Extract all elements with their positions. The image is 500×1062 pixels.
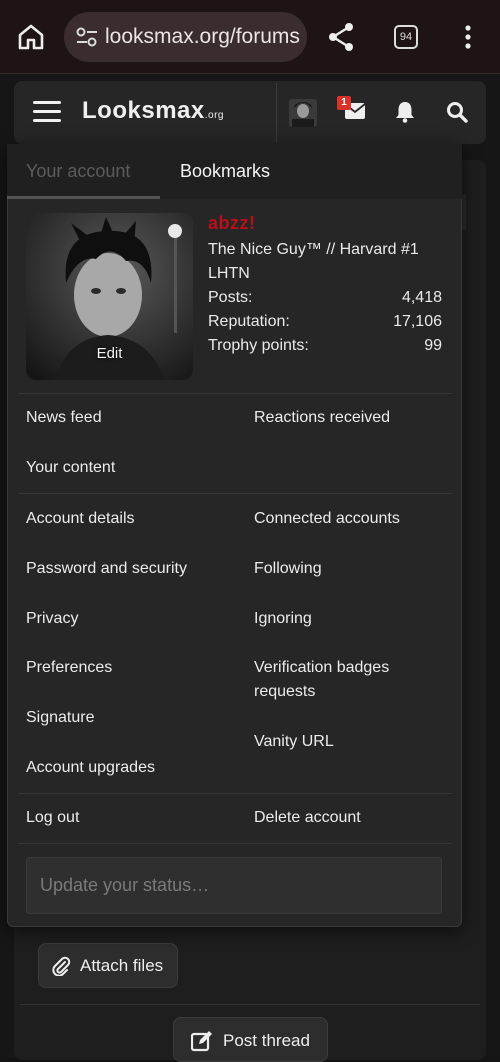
more-menu-icon[interactable] <box>458 24 478 50</box>
menu-divider <box>18 793 452 794</box>
menu-divider <box>18 393 452 394</box>
menu-log-out[interactable]: Log out <box>26 806 79 830</box>
stat-label: Reputation: <box>208 313 290 330</box>
avatar[interactable] <box>289 99 317 127</box>
attach-files-label: Attach files <box>80 956 164 975</box>
address-bar[interactable]: looksmax.org/forums <box>64 12 307 62</box>
hamburger-menu-icon[interactable] <box>33 101 61 123</box>
bell-icon[interactable] <box>395 101 415 123</box>
stat-value: 4,418 <box>401 289 442 306</box>
menu-divider <box>18 843 452 844</box>
paperclip-icon <box>52 956 71 976</box>
stat-reputation: Reputation: 17,106 <box>208 313 442 335</box>
stat-posts: Posts: 4,418 <box>208 289 442 311</box>
menu-account-upgrades[interactable]: Account upgrades <box>26 756 155 780</box>
menu-your-content[interactable]: Your content <box>26 456 115 480</box>
header-divider <box>276 83 277 143</box>
menu-verification-badges[interactable]: Verification badges requests <box>254 656 444 704</box>
menu-news-feed[interactable]: News feed <box>26 406 102 430</box>
menu-password-security[interactable]: Password and security <box>26 557 187 581</box>
status-input[interactable] <box>26 857 442 914</box>
tab-bookmarks[interactable]: Bookmarks <box>180 161 270 182</box>
tab-count: 94 <box>399 31 413 43</box>
profile-avatar[interactable]: Edit <box>26 213 193 380</box>
menu-divider <box>18 493 452 494</box>
menu-following[interactable]: Following <box>254 557 444 581</box>
stat-label: Posts: <box>208 289 253 306</box>
tab-your-account[interactable]: Your account <box>26 161 130 182</box>
edit-avatar-label[interactable]: Edit <box>26 345 193 362</box>
stat-label: Trophy points: <box>208 337 309 354</box>
post-thread-label: Post thread <box>223 1031 310 1050</box>
edit-icon <box>191 1031 212 1052</box>
menu-ignoring[interactable]: Ignoring <box>254 607 444 631</box>
divider <box>20 1004 480 1005</box>
menu-connected-accounts[interactable]: Connected accounts <box>254 507 444 531</box>
menu-privacy[interactable]: Privacy <box>26 607 78 631</box>
menu-reactions-received[interactable]: Reactions received <box>254 406 444 430</box>
menu-delete-account[interactable]: Delete account <box>254 806 444 830</box>
home-icon[interactable] <box>16 22 46 52</box>
form-field-edge <box>462 195 466 230</box>
inbox-badge: 1 <box>337 96 351 110</box>
stat-value: 99 <box>424 337 442 354</box>
user-title: The Nice Guy™ // Harvard #1 <box>208 241 419 258</box>
menu-signature[interactable]: Signature <box>26 706 95 730</box>
active-tab-indicator <box>7 196 160 199</box>
user-subtitle: LHTN <box>208 265 250 282</box>
stat-value: 17,106 <box>393 313 442 330</box>
share-icon[interactable] <box>327 22 355 52</box>
url-text: looksmax.org/forums <box>105 25 300 48</box>
menu-preferences[interactable]: Preferences <box>26 656 112 680</box>
attach-files-button[interactable]: Attach files <box>38 943 178 988</box>
post-thread-button[interactable]: Post thread <box>173 1017 328 1062</box>
menu-vanity-url[interactable]: Vanity URL <box>254 730 444 754</box>
menu-account-details[interactable]: Account details <box>26 507 135 531</box>
tab-switcher-button[interactable]: 94 <box>394 25 418 49</box>
site-settings-icon[interactable] <box>76 27 98 47</box>
stat-trophy-points: Trophy points: 99 <box>208 337 442 359</box>
search-icon[interactable] <box>446 101 468 123</box>
site-logo[interactable]: Looksmax.org <box>82 97 224 125</box>
username[interactable]: abzz! <box>208 213 256 234</box>
